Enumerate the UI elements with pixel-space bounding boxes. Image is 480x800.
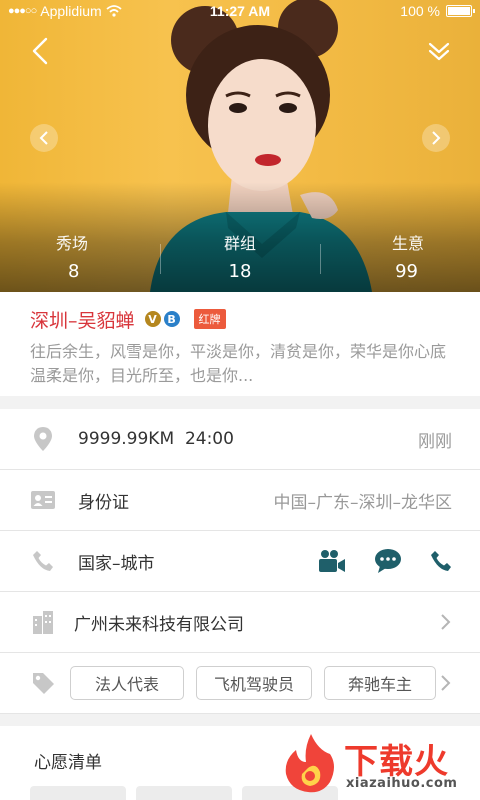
- contact-row: 国家–城市: [0, 531, 480, 592]
- verified-b-badge: B: [163, 311, 180, 327]
- id-region: 中国–广东–深圳–龙华区: [273, 492, 453, 513]
- stats-bar: 秀场 8 群组 18 生意 99: [0, 230, 480, 288]
- collapse-double-chevron-icon[interactable]: [426, 40, 452, 62]
- stat-business[interactable]: 生意 99: [301, 230, 480, 288]
- stat-label: 秀场: [56, 234, 89, 253]
- id-label: 身份证: [78, 492, 129, 513]
- location-row: 9999.99KM 24:00 刚刚: [0, 409, 480, 470]
- id-card-icon: [30, 487, 56, 513]
- time: 24:00: [184, 429, 234, 449]
- tag-list: 法人代表 飞机驾驶员 奔驰车主: [70, 666, 436, 700]
- id-row: 身份证 中国–广东–深圳–龙华区: [0, 470, 480, 531]
- tag-icon: [30, 670, 56, 696]
- flame-logo-icon: [285, 734, 334, 793]
- stat-value: 8: [68, 261, 80, 282]
- chevron-right-icon: [441, 614, 451, 630]
- company-row[interactable]: 广州未来科技有限公司: [0, 592, 480, 653]
- prev-photo-button[interactable]: [30, 124, 58, 152]
- chat-icon[interactable]: [374, 548, 402, 574]
- wishlist-card[interactable]: [136, 786, 232, 800]
- location-distance-time: 9999.99KM 24:00: [78, 429, 234, 449]
- tag-pill[interactable]: 奔驰车主: [324, 666, 436, 700]
- status-bar: ●●●○○ Applidium 11:27 AM 100 %: [0, 0, 480, 24]
- watermark-logo: 下载火 xiazaihuo.com: [278, 732, 474, 796]
- chevron-left-icon: [39, 131, 48, 145]
- stat-show[interactable]: 秀场 8: [0, 230, 179, 288]
- info-list: 9999.99KM 24:00 刚刚 身份证 中国–广东–深圳–龙华区 国家–城…: [0, 409, 480, 714]
- tag-pill[interactable]: 飞机驾驶员: [196, 666, 312, 700]
- stat-value: 99: [395, 261, 419, 282]
- company-name: 广州未来科技有限公司: [74, 614, 244, 635]
- tag-pill[interactable]: 法人代表: [70, 666, 184, 700]
- location-status: 刚刚: [418, 431, 452, 452]
- profile-card: 深圳–吴貂蝉 V B 红牌 往后余生，风雪是你，平淡是你，清贫是你，荣华是你心底…: [0, 292, 480, 396]
- profile-name: 深圳–吴貂蝉: [30, 309, 135, 332]
- stat-label: 群组: [224, 234, 257, 253]
- stat-groups[interactable]: 群组 18: [179, 230, 302, 288]
- next-photo-button[interactable]: [422, 124, 450, 152]
- location-pin-icon: [30, 426, 56, 452]
- phone-icon: [30, 548, 56, 574]
- battery-icon: [446, 5, 475, 17]
- profile-bio: 往后余生，风雪是你，平淡是你，清贫是你，荣华是你心底温柔是你，目光所至，也是你.…: [30, 342, 447, 385]
- stat-label: 生意: [392, 234, 425, 253]
- building-icon: [30, 609, 56, 635]
- stat-value: 18: [228, 261, 252, 282]
- distance: 9999.99KM: [78, 429, 175, 449]
- verified-v-badge: V: [144, 311, 161, 327]
- watermark-url: xiazaihuo.com: [346, 776, 458, 791]
- wishlist-card[interactable]: [30, 786, 126, 800]
- call-icon[interactable]: [430, 550, 452, 572]
- contact-label: 国家–城市: [78, 553, 155, 574]
- divider: [320, 244, 321, 274]
- chevron-right-icon: [432, 131, 441, 145]
- battery-percent: 100 %: [400, 3, 440, 19]
- back-icon[interactable]: [28, 36, 52, 66]
- wishlist-title: 心愿清单: [34, 753, 102, 773]
- hero-banner: ●●●○○ Applidium 11:27 AM 100 % 秀场 8 群组 1…: [0, 0, 480, 292]
- rank-tag: 红牌: [193, 309, 226, 329]
- chevron-right-icon: [441, 675, 451, 691]
- video-call-icon[interactable]: [318, 549, 346, 573]
- divider: [160, 244, 161, 274]
- tags-row[interactable]: 法人代表 飞机驾驶员 奔驰车主: [0, 653, 480, 714]
